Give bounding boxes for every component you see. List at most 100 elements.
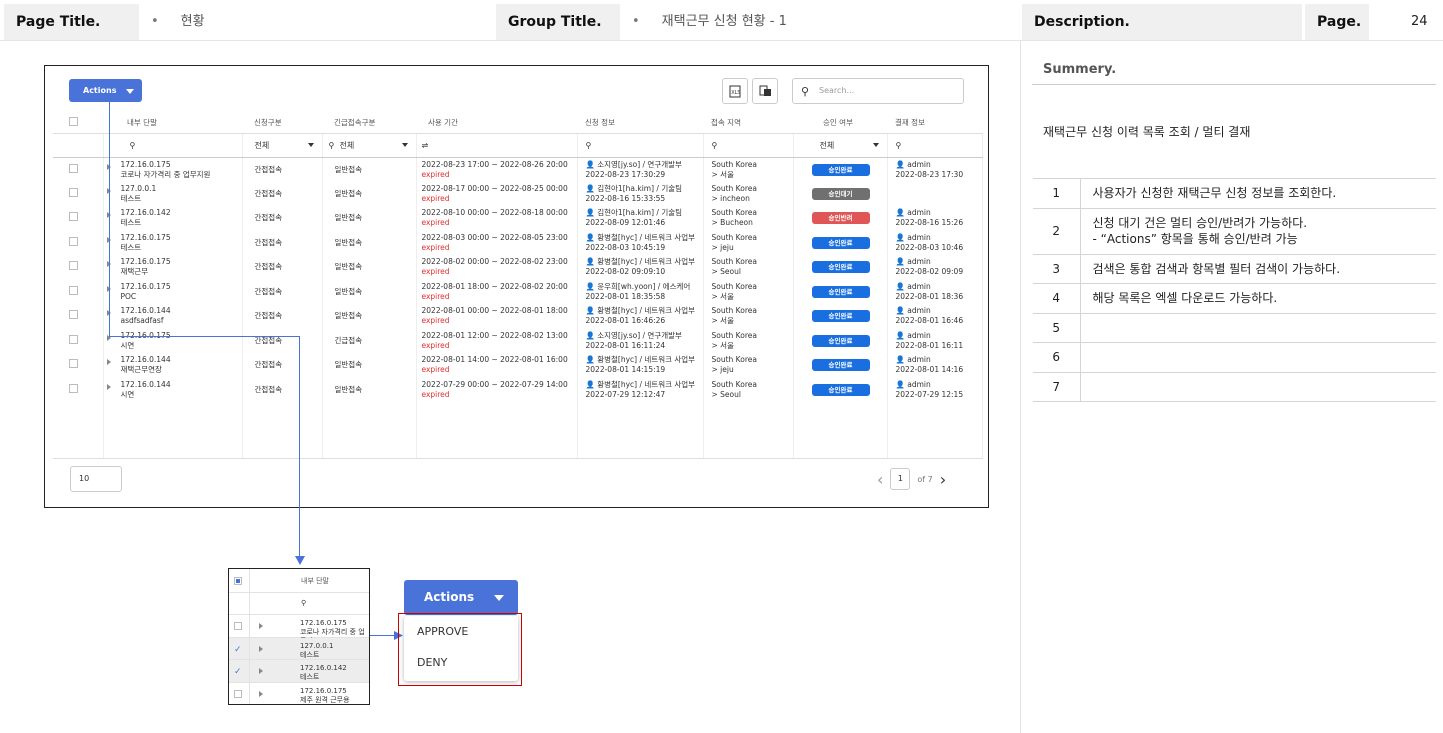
table-row[interactable]: 172.16.0.175 POC 간접접속 일반접속 2022-08-01 18:00 … xyxy=(53,279,983,304)
col-approval[interactable]: 승인 여부 xyxy=(793,112,887,134)
row-checkbox[interactable] xyxy=(69,212,78,222)
filter-row: ⚲ 전체 ⚲ 전체 ⇌ ⚲ ⚲ 전체 ⚲ xyxy=(53,133,983,158)
period: 2022-07-29 00:00 ~ 2022-07-29 14:00 xyxy=(421,379,568,389)
copy-icon[interactable] xyxy=(752,78,778,104)
checkmark-icon[interactable]: ✓ xyxy=(234,645,242,655)
status-badge: 승인완료 xyxy=(811,383,870,396)
zoom-table-row[interactable]: ✓ 127.0.0.1 테스트 xyxy=(229,637,369,660)
emergency-type: 일반접속 xyxy=(322,255,417,280)
zoom-table-row[interactable]: 172.16.0.175코로나 자가격리 중 업무지 xyxy=(229,615,369,645)
filter-terminal[interactable]: ⚲ xyxy=(103,133,243,158)
actions-button[interactable]: Actions xyxy=(69,79,142,102)
checkmark-icon[interactable]: ✓ xyxy=(234,667,242,677)
search-icon[interactable]: ⚲ xyxy=(301,599,306,608)
table-row[interactable]: 172.16.0.142 테스트 간접접속 일반접속 2022-08-10 00:00 … xyxy=(53,206,983,231)
requester: 황병철[hyc] / 네트워크 사업부 xyxy=(597,379,696,389)
screen-mockup: Actions XLS ⚲ Search... 내부 단말 신청구분 긴급접속구… xyxy=(44,65,989,508)
col-emergency[interactable]: 긴급접속구분 xyxy=(322,112,416,134)
row-checkbox[interactable] xyxy=(234,622,242,630)
chevron-down-icon xyxy=(401,142,408,147)
search-icon: ⚲ xyxy=(801,85,810,98)
filter-emergency[interactable]: ⚲ 전체 xyxy=(322,133,417,158)
request-time: 2022-08-01 14:15:19 xyxy=(585,365,666,375)
excel-icon[interactable]: XLS xyxy=(722,78,748,104)
table-row[interactable]: 172.16.0.144 시연 간접접속 일반접속 2022-07-29 00:00 ~… xyxy=(53,377,983,402)
approver: admin xyxy=(907,208,931,218)
page-total: of 7 xyxy=(917,474,933,484)
page-number: 24 xyxy=(1411,14,1428,29)
panel-divider xyxy=(1020,41,1021,733)
user-icon: 👤 xyxy=(585,208,595,218)
row-checkbox[interactable] xyxy=(69,236,78,246)
col-period[interactable]: 사용 기간 xyxy=(416,112,577,134)
filter-period[interactable]: ⇌ xyxy=(416,133,578,158)
zoom-table-row[interactable]: ✓ 172.16.0.142 테스트 xyxy=(229,660,369,683)
country: South Korea xyxy=(711,159,757,169)
expired-label: expired xyxy=(421,267,450,277)
col-terminal[interactable]: 내부 단말 xyxy=(103,112,242,134)
col-apply-type[interactable]: 신청구분 xyxy=(242,112,322,134)
zoom-table-row[interactable]: 172.16.0.175 제주 원격 근무용 xyxy=(229,682,369,704)
country: South Korea xyxy=(711,379,757,389)
row-checkbox[interactable] xyxy=(69,310,78,320)
user-icon: 👤 xyxy=(895,159,905,169)
request-time: 2022-08-03 10:45:19 xyxy=(585,242,666,252)
filter-approver[interactable]: ⚲ xyxy=(887,133,983,158)
table-row[interactable]: 172.16.0.175 재택근무 간접접속 일반접속 2022-08-02 00:00… xyxy=(53,255,983,280)
select-all-checkbox[interactable] xyxy=(234,577,242,585)
table-row[interactable]: 127.0.0.1 테스트 간접접속 일반접속 2022-08-17 00:00 ~ 2… xyxy=(53,181,983,206)
approval-time: 2022-08-16 15:26 xyxy=(895,218,964,228)
col-request-info[interactable]: 신청 정보 xyxy=(577,112,703,134)
prev-page-icon[interactable]: ‹ xyxy=(877,470,883,489)
country: South Korea xyxy=(711,355,757,365)
filter-approval[interactable]: 전체 xyxy=(793,133,888,158)
select-all-checkbox[interactable] xyxy=(53,112,103,134)
table-row[interactable]: 172.16.0.175 테스트 간접접속 일반접속 2022-08-03 00:00 … xyxy=(53,230,983,255)
description-row: 3 검색은 통합 검색과 항목별 필터 검색이 가능하다. xyxy=(1033,253,1436,284)
row-checkbox[interactable] xyxy=(69,163,78,173)
emergency-type: 일반접속 xyxy=(322,353,417,378)
table-row[interactable]: 172.16.0.175시연간접접속긴급접속2022-08-01 12:00 ~… xyxy=(53,328,983,353)
row-checkbox[interactable] xyxy=(69,261,78,271)
city: > Bucheon xyxy=(711,218,753,228)
terminal-name: 시연 xyxy=(120,340,135,350)
page-size-select[interactable]: 10 xyxy=(70,466,122,492)
filter-request-info[interactable]: ⚲ xyxy=(577,133,704,158)
table-row[interactable]: 172.16.0.144 재택근무연장 간접접속 일반접속 2022-08-01 14:… xyxy=(53,353,983,378)
terminal-ip: 172.16.0.144 xyxy=(120,355,171,365)
table-row[interactable]: 172.16.0.144 asdfsadfasf 간접접속 일반접속 2022-08-0… xyxy=(53,304,983,329)
col-approver[interactable]: 결재 정보 xyxy=(887,112,983,134)
period: 2022-08-03 00:00 ~ 2022-08-05 23:00 xyxy=(421,232,568,242)
requester: 황병철[hyc] / 네트워크 사업부 xyxy=(597,355,696,365)
emergency-type: 일반접속 xyxy=(322,304,417,329)
search-input[interactable]: ⚲ Search... xyxy=(792,78,964,104)
actions-button-expanded[interactable]: Actions xyxy=(404,580,518,615)
page-input[interactable]: 1 xyxy=(890,468,911,490)
status-badge: 승인완료 xyxy=(811,285,870,298)
search-icon: ⚲ xyxy=(895,140,902,150)
row-checkbox[interactable] xyxy=(69,285,78,295)
row-checkbox[interactable] xyxy=(69,187,78,197)
col-region[interactable]: 접속 지역 xyxy=(703,112,793,134)
row-checkbox[interactable] xyxy=(234,689,242,698)
next-page-icon[interactable]: › xyxy=(940,470,946,489)
terminal-name: 재택근무연장 xyxy=(120,365,162,375)
row-checkbox[interactable] xyxy=(69,334,78,344)
expand-icon[interactable] xyxy=(106,383,111,390)
city: > Seoul xyxy=(711,267,741,277)
row-checkbox[interactable] xyxy=(69,359,78,369)
table-row[interactable]: 172.16.0.175 코로나 자가격리 중 업무지원 간접접속 일반접속 2022-… xyxy=(53,157,983,182)
page-header: Page Title. • 현황 Group Title. • 재택근무 신청 현황… xyxy=(0,0,1443,41)
requester: 황병철[hyc] / 네트워크 사업부 xyxy=(597,257,696,267)
city: > Seoul xyxy=(711,389,741,399)
filter-apply-type[interactable]: 전체 xyxy=(242,133,323,158)
expand-icon[interactable] xyxy=(106,359,111,366)
approver: admin xyxy=(907,281,931,291)
row-checkbox[interactable] xyxy=(69,383,78,393)
filter-region[interactable]: ⚲ xyxy=(703,133,794,158)
requester: 윤우희[wh.yoon] / 에스케어 xyxy=(597,281,691,291)
city: > jeju xyxy=(711,242,734,252)
col-terminal: 내부 단말 xyxy=(301,577,329,585)
description-row: 7 xyxy=(1033,371,1436,402)
expired-label: expired xyxy=(421,316,450,326)
